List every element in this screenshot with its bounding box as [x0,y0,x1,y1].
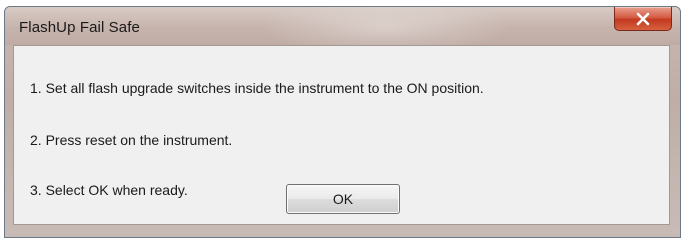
title-bar[interactable]: FlashUp Fail Safe [5,7,680,45]
window-title: FlashUp Fail Safe [19,19,140,36]
ok-button[interactable]: OK [286,184,400,214]
close-x-icon [636,12,650,25]
close-button[interactable] [614,7,672,31]
instruction-line-1: 1. Set all flash upgrade switches inside… [30,80,484,96]
instruction-line-2: 2. Press reset on the instrument. [30,132,233,148]
instruction-line-3: 3. Select OK when ready. [30,182,188,198]
